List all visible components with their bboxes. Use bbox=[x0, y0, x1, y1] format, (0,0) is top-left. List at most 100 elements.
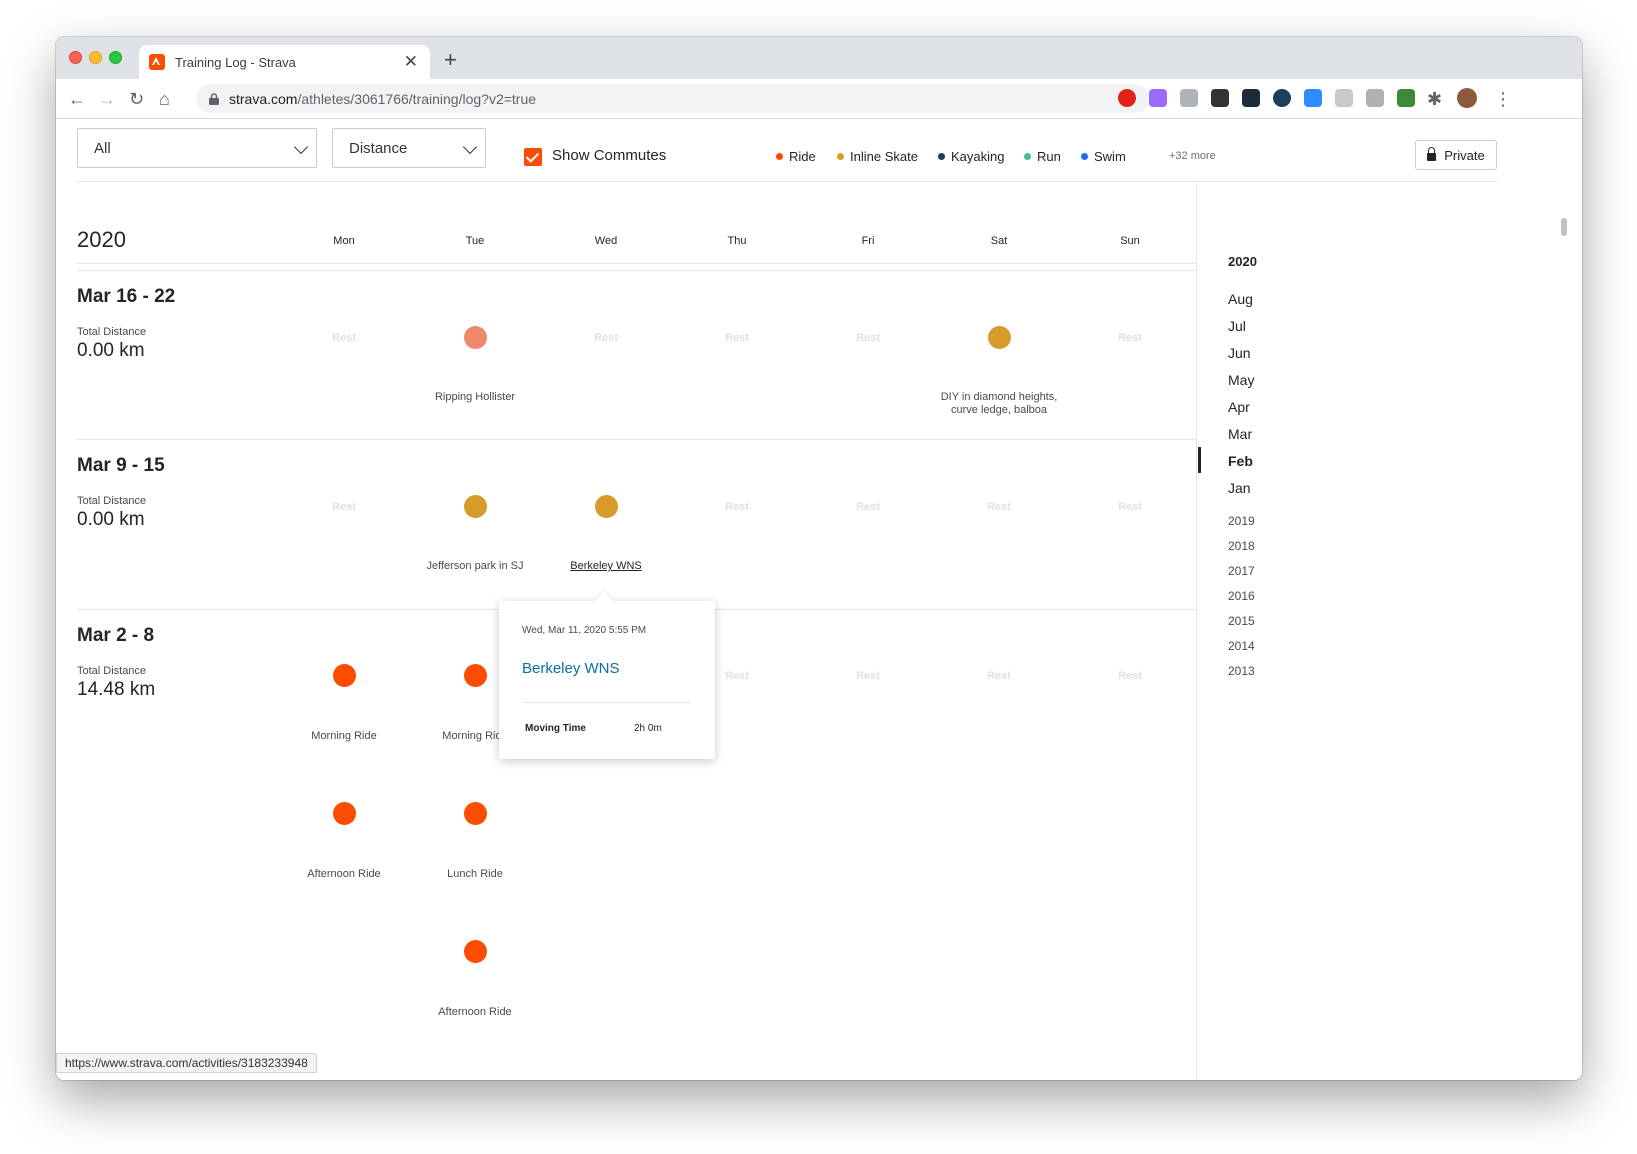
show-commutes-checkbox[interactable] bbox=[524, 148, 542, 166]
legend-item-kayaking: Kayaking bbox=[938, 149, 1004, 164]
rest-label: Rest bbox=[987, 670, 1011, 682]
activity-dot[interactable] bbox=[464, 495, 487, 518]
activity-dot[interactable] bbox=[333, 664, 356, 687]
sidebar-month-jul[interactable]: Jul bbox=[1228, 318, 1246, 334]
activity-dot[interactable] bbox=[464, 940, 487, 963]
log-year-title: 2020 bbox=[77, 227, 126, 252]
activity-dot[interactable] bbox=[595, 495, 618, 518]
reload-icon[interactable]: ↻ bbox=[129, 89, 144, 110]
rest-label: Rest bbox=[856, 332, 880, 344]
tooltip-activity-link[interactable]: Berkeley WNS bbox=[522, 660, 620, 677]
minimize-window-button[interactable] bbox=[89, 51, 102, 64]
metric-select-value: Distance bbox=[349, 139, 408, 157]
extension-icon[interactable] bbox=[1149, 89, 1167, 107]
rest-label: Rest bbox=[1118, 332, 1142, 344]
extension-icon[interactable] bbox=[1397, 89, 1415, 107]
day-header-thu: Thu bbox=[727, 235, 747, 247]
new-tab-icon[interactable]: + bbox=[444, 47, 457, 73]
metric-select[interactable]: Distance bbox=[332, 128, 486, 168]
home-icon[interactable]: ⌂ bbox=[159, 89, 170, 110]
rest-label: Rest bbox=[332, 332, 356, 344]
zoom-window-button[interactable] bbox=[109, 51, 122, 64]
sidebar-year-2013[interactable]: 2013 bbox=[1228, 664, 1255, 678]
tab-strip: Training Log - Strava ✕ + bbox=[56, 37, 1582, 79]
activity-dot[interactable] bbox=[333, 802, 356, 825]
day-header-sat: Sat bbox=[990, 235, 1008, 247]
activity-name[interactable]: DIY in diamond heights, bbox=[919, 391, 1079, 404]
rest-label: Rest bbox=[725, 670, 749, 682]
sidebar-month-may[interactable]: May bbox=[1228, 372, 1254, 388]
extension-icon[interactable] bbox=[1118, 89, 1136, 107]
private-button[interactable]: Private bbox=[1415, 140, 1497, 170]
tooltip-stat-label: Moving Time bbox=[525, 723, 586, 734]
sidebar-year-2019[interactable]: 2019 bbox=[1228, 514, 1255, 528]
activity-name[interactable]: Afternoon Ride bbox=[395, 1006, 555, 1019]
activity-dot[interactable] bbox=[464, 326, 487, 349]
sidebar-month-apr[interactable]: Apr bbox=[1228, 399, 1250, 415]
profile-avatar[interactable] bbox=[1457, 88, 1477, 108]
show-commutes-label[interactable]: Show Commutes bbox=[552, 147, 666, 164]
sidebar-month-feb[interactable]: Feb bbox=[1228, 453, 1253, 469]
total-distance-value: 14.48 km bbox=[77, 679, 156, 700]
address-bar[interactable]: strava.com/athletes/3061766/training/log… bbox=[196, 84, 1149, 113]
extension-icon[interactable] bbox=[1366, 89, 1384, 107]
legend-item-inline-skate: Inline Skate bbox=[837, 149, 918, 164]
extension-icon[interactable] bbox=[1335, 89, 1353, 107]
activity-name[interactable]: Ripping Hollister bbox=[395, 391, 555, 404]
extension-icon[interactable] bbox=[1273, 89, 1291, 107]
rest-label: Rest bbox=[725, 332, 749, 344]
sidebar-month-mar[interactable]: Mar bbox=[1228, 426, 1252, 442]
sidebar-month-aug[interactable]: Aug bbox=[1228, 291, 1253, 307]
day-header-tue: Tue bbox=[465, 235, 485, 247]
rest-label: Rest bbox=[1118, 670, 1142, 682]
back-arrow-icon[interactable]: ← bbox=[68, 89, 86, 110]
day-header-fri: Fri bbox=[861, 235, 875, 247]
day-header-mon: Mon bbox=[333, 235, 355, 247]
extension-icon[interactable] bbox=[1242, 89, 1260, 107]
rest-label: Rest bbox=[725, 501, 749, 513]
scrollbar-thumb[interactable] bbox=[1561, 218, 1567, 236]
activity-dot[interactable] bbox=[988, 326, 1011, 349]
sidebar-year-2014[interactable]: 2014 bbox=[1228, 639, 1255, 653]
rest-label: Rest bbox=[856, 670, 880, 682]
lock-icon bbox=[209, 92, 219, 105]
day-header-wed: Wed bbox=[594, 235, 618, 247]
divider bbox=[77, 181, 1497, 182]
sidebar-year-2016[interactable]: 2016 bbox=[1228, 589, 1255, 603]
forward-arrow-icon[interactable]: → bbox=[98, 89, 116, 110]
week-title: Mar 9 - 15 bbox=[77, 455, 165, 476]
tooltip-date: Wed, Mar 11, 2020 5:55 PM bbox=[522, 625, 647, 636]
activity-name[interactable]: curve ledge, balboa bbox=[919, 404, 1079, 417]
sidebar-current-year[interactable]: 2020 bbox=[1228, 254, 1257, 269]
menu-dots-icon[interactable]: ⋮ bbox=[1494, 89, 1512, 110]
sidebar-month-jan[interactable]: Jan bbox=[1228, 480, 1251, 496]
sidebar-year-2017[interactable]: 2017 bbox=[1228, 564, 1255, 578]
rest-label: Rest bbox=[332, 501, 356, 513]
puzzle-extensions-icon[interactable]: ✱ bbox=[1427, 89, 1442, 110]
activity-name[interactable]: Berkeley WNS bbox=[526, 560, 686, 573]
browser-tab[interactable]: Training Log - Strava ✕ bbox=[139, 45, 430, 79]
sidebar-month-jun[interactable]: Jun bbox=[1228, 345, 1251, 361]
rest-label: Rest bbox=[1118, 501, 1142, 513]
sport-select[interactable]: All bbox=[77, 128, 317, 168]
total-distance-label: Total Distance bbox=[77, 495, 147, 507]
activity-dot[interactable] bbox=[464, 664, 487, 687]
tab-title: Training Log - Strava bbox=[175, 54, 296, 70]
activity-name[interactable]: Lunch Ride bbox=[395, 868, 555, 881]
private-button-label: Private bbox=[1444, 147, 1485, 163]
chevron-down-icon bbox=[293, 139, 309, 155]
activity-dot[interactable] bbox=[464, 802, 487, 825]
tab-close-icon[interactable]: ✕ bbox=[404, 52, 418, 72]
extension-icon[interactable] bbox=[1304, 89, 1322, 107]
legend-more-link[interactable]: +32 more bbox=[1169, 150, 1216, 162]
link-status-bar: https://www.strava.com/activities/318323… bbox=[56, 1053, 317, 1073]
close-window-button[interactable] bbox=[69, 51, 82, 64]
sidebar-year-2018[interactable]: 2018 bbox=[1228, 539, 1255, 553]
extension-icon[interactable] bbox=[1211, 89, 1229, 107]
sport-select-value: All bbox=[94, 139, 111, 157]
legend-item-run: Run bbox=[1024, 149, 1061, 164]
extension-icon[interactable] bbox=[1180, 89, 1198, 107]
divider bbox=[77, 263, 1196, 264]
total-distance-label: Total Distance bbox=[77, 665, 147, 677]
sidebar-year-2015[interactable]: 2015 bbox=[1228, 614, 1255, 628]
